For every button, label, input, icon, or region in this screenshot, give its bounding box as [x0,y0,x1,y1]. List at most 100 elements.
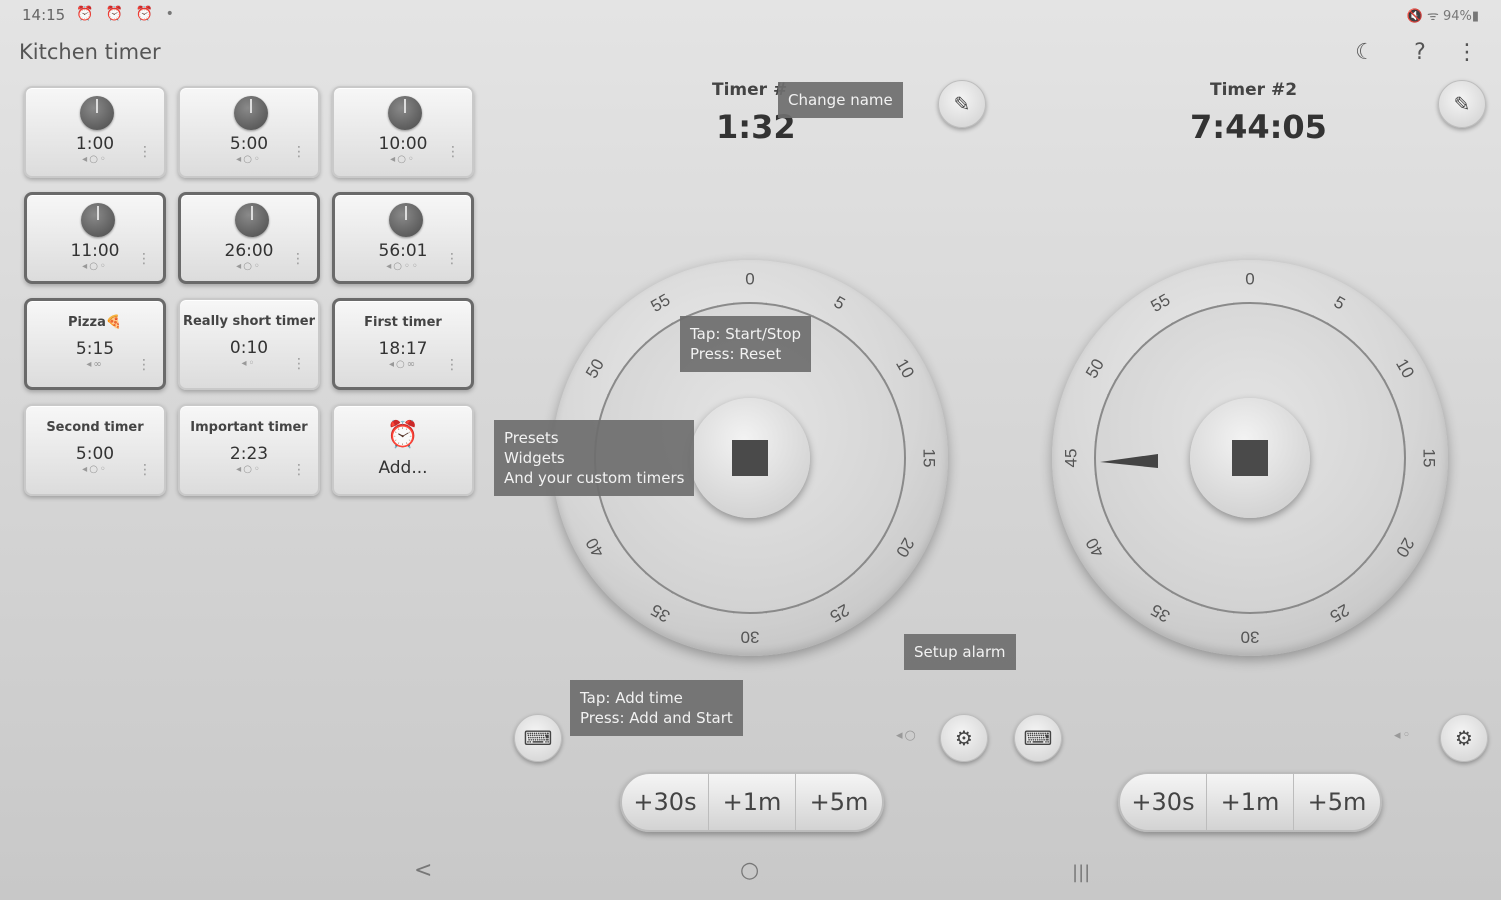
gear-icon: ⚙ [955,726,973,750]
preset-time: 2:23 [229,444,269,464]
tooltip-text: Setup alarm [914,643,1006,661]
dial-label: 10 [892,356,918,382]
status-time: 14:15 [22,6,66,24]
dial-label: 55 [1148,290,1174,316]
dial-label: 55 [648,290,674,316]
timer2-name[interactable]: Timer #2 [1210,80,1297,100]
help-icon[interactable]: ? [1405,38,1435,68]
preset-menu-icon[interactable]: ⋮ [445,357,459,373]
tooltip-start-stop: Tap: Start/Stop Press: Reset [680,316,812,372]
timer1-add-5m-button[interactable]: +5m [796,774,882,830]
add-preset-button[interactable]: ⏰ Add... [332,404,474,496]
keyboard-icon: ⌨ [523,726,553,750]
tooltip-text: And your custom timers [504,469,685,487]
preset-menu-icon[interactable]: ⋮ [137,357,151,373]
preset-tile[interactable]: Really short timer 0:10 ◂◦ ⋮ [178,298,320,390]
preset-tile[interactable]: Pizza🍕 5:15 ◂∞ ⋮ [24,298,166,390]
preset-menu-icon[interactable]: ⋮ [292,144,306,160]
timer2-add-30s-button[interactable]: +30s [1120,774,1207,830]
status-system-icons: 🔇 ᯤ 94%▮ [1406,9,1479,24]
timer1-add-30s-button[interactable]: +30s [622,774,709,830]
dial-label: 20 [892,535,918,561]
dial-label: 5 [1331,292,1349,313]
preset-menu-icon[interactable]: ⋮ [138,462,152,478]
clock-icon [80,96,114,130]
timer2-time: 7:44:05 [1190,108,1327,146]
status-alarm-icons: ⏰ ⏰ ⏰ • [76,6,178,22]
tooltip-change-name: Change name [778,82,903,118]
preset-menu-icon[interactable]: ⋮ [292,356,306,372]
alarm-clock-icon: ⏰ [386,420,420,450]
timer2-add-time-group: +30s +1m +5m [1118,772,1382,832]
clock-icon [234,96,268,130]
tooltip-text: Press: Add and Start [580,709,733,727]
timer1-keyboard-button[interactable]: ⌨ [514,714,562,762]
timer1-edit-name-button[interactable]: ✎ [938,80,986,128]
dial-label: 50 [582,356,608,382]
dial-label: 20 [1392,535,1418,561]
pencil-icon: ✎ [1453,92,1471,116]
dial-label: 35 [648,600,674,626]
preset-menu-icon[interactable]: ⋮ [137,251,151,267]
timer1-start-stop-button[interactable] [690,398,810,518]
dial-label: 15 [1420,449,1439,468]
pencil-icon: ✎ [953,92,971,116]
stop-icon [732,440,768,476]
timer2-keyboard-button[interactable]: ⌨ [1014,714,1062,762]
dial-label: 40 [1082,535,1108,561]
nav-home-button[interactable]: ○ [740,858,759,883]
timer2-dial[interactable]: 0 5 10 15 20 25 30 35 40 45 50 55 [1052,260,1448,656]
stop-icon [1232,440,1268,476]
preset-name: Important timer [190,420,308,435]
timer1-alarm-options-icons: ◂○ [896,728,918,743]
preset-name: First timer [364,315,442,330]
preset-tile[interactable]: 5:00 ◂○◦ ⋮ [178,86,320,178]
add-preset-label: Add... [378,458,428,478]
timer2-add-1m-button[interactable]: +1m [1207,774,1294,830]
dial-label: 35 [1148,600,1174,626]
preset-tile[interactable]: Important timer 2:23 ◂○◦ ⋮ [178,404,320,496]
dial-label: 25 [827,600,853,626]
nav-back-button[interactable]: < [414,858,432,883]
preset-name: Second timer [46,420,144,435]
preset-time: 5:00 [75,444,115,464]
preset-tile[interactable]: 26:00 ◂○◦ ⋮ [178,192,320,284]
moon-icon[interactable]: ☾ [1350,38,1380,68]
timer1-settings-button[interactable]: ⚙ [940,714,988,762]
preset-tile[interactable]: 1:00 ◂○◦ ⋮ [24,86,166,178]
dial-label: 15 [920,449,939,468]
more-icon[interactable]: ⋮ [1452,38,1482,68]
timer2-alarm-options-icons: ◂◦ [1394,728,1413,743]
preset-menu-icon[interactable]: ⋮ [138,144,152,160]
dial-label: 30 [741,628,760,647]
timer2-settings-button[interactable]: ⚙ [1440,714,1488,762]
timer1-add-time-group: +30s +1m +5m [620,772,884,832]
preset-time: 0:10 [229,338,269,358]
timer2-add-5m-button[interactable]: +5m [1294,774,1380,830]
timer2-edit-name-button[interactable]: ✎ [1438,80,1486,128]
tooltip-text: Change name [788,91,893,109]
preset-tile[interactable]: 10:00 ◂○◦ ⋮ [332,86,474,178]
preset-tile[interactable]: 56:01 ◂○◦◦ ⋮ [332,192,474,284]
timer2-start-stop-button[interactable] [1190,398,1310,518]
preset-menu-icon[interactable]: ⋮ [291,251,305,267]
preset-menu-icon[interactable]: ⋮ [292,462,306,478]
preset-name: Pizza🍕 [67,315,123,330]
timer1-name[interactable]: Timer # [712,80,787,100]
tooltip-text: Widgets [504,449,565,467]
dial-label: 0 [745,269,754,288]
dial-label: 30 [1241,628,1260,647]
dial-label: 10 [1392,356,1418,382]
preset-tile[interactable]: Second timer 5:00 ◂○◦ ⋮ [24,404,166,496]
timer2-progress-wedge [1100,454,1158,468]
preset-tile[interactable]: 11:00 ◂○◦ ⋮ [24,192,166,284]
preset-menu-icon[interactable]: ⋮ [445,251,459,267]
dial-label: 0 [1245,269,1254,288]
clock-icon [388,96,422,130]
nav-recents-button[interactable]: ||| [1072,862,1090,883]
timer1-add-1m-button[interactable]: +1m [709,774,796,830]
preset-menu-icon[interactable]: ⋮ [446,144,460,160]
preset-time: 18:17 [378,339,428,359]
preset-tile[interactable]: First timer 18:17 ◂○∞ ⋮ [332,298,474,390]
gear-icon: ⚙ [1455,726,1473,750]
